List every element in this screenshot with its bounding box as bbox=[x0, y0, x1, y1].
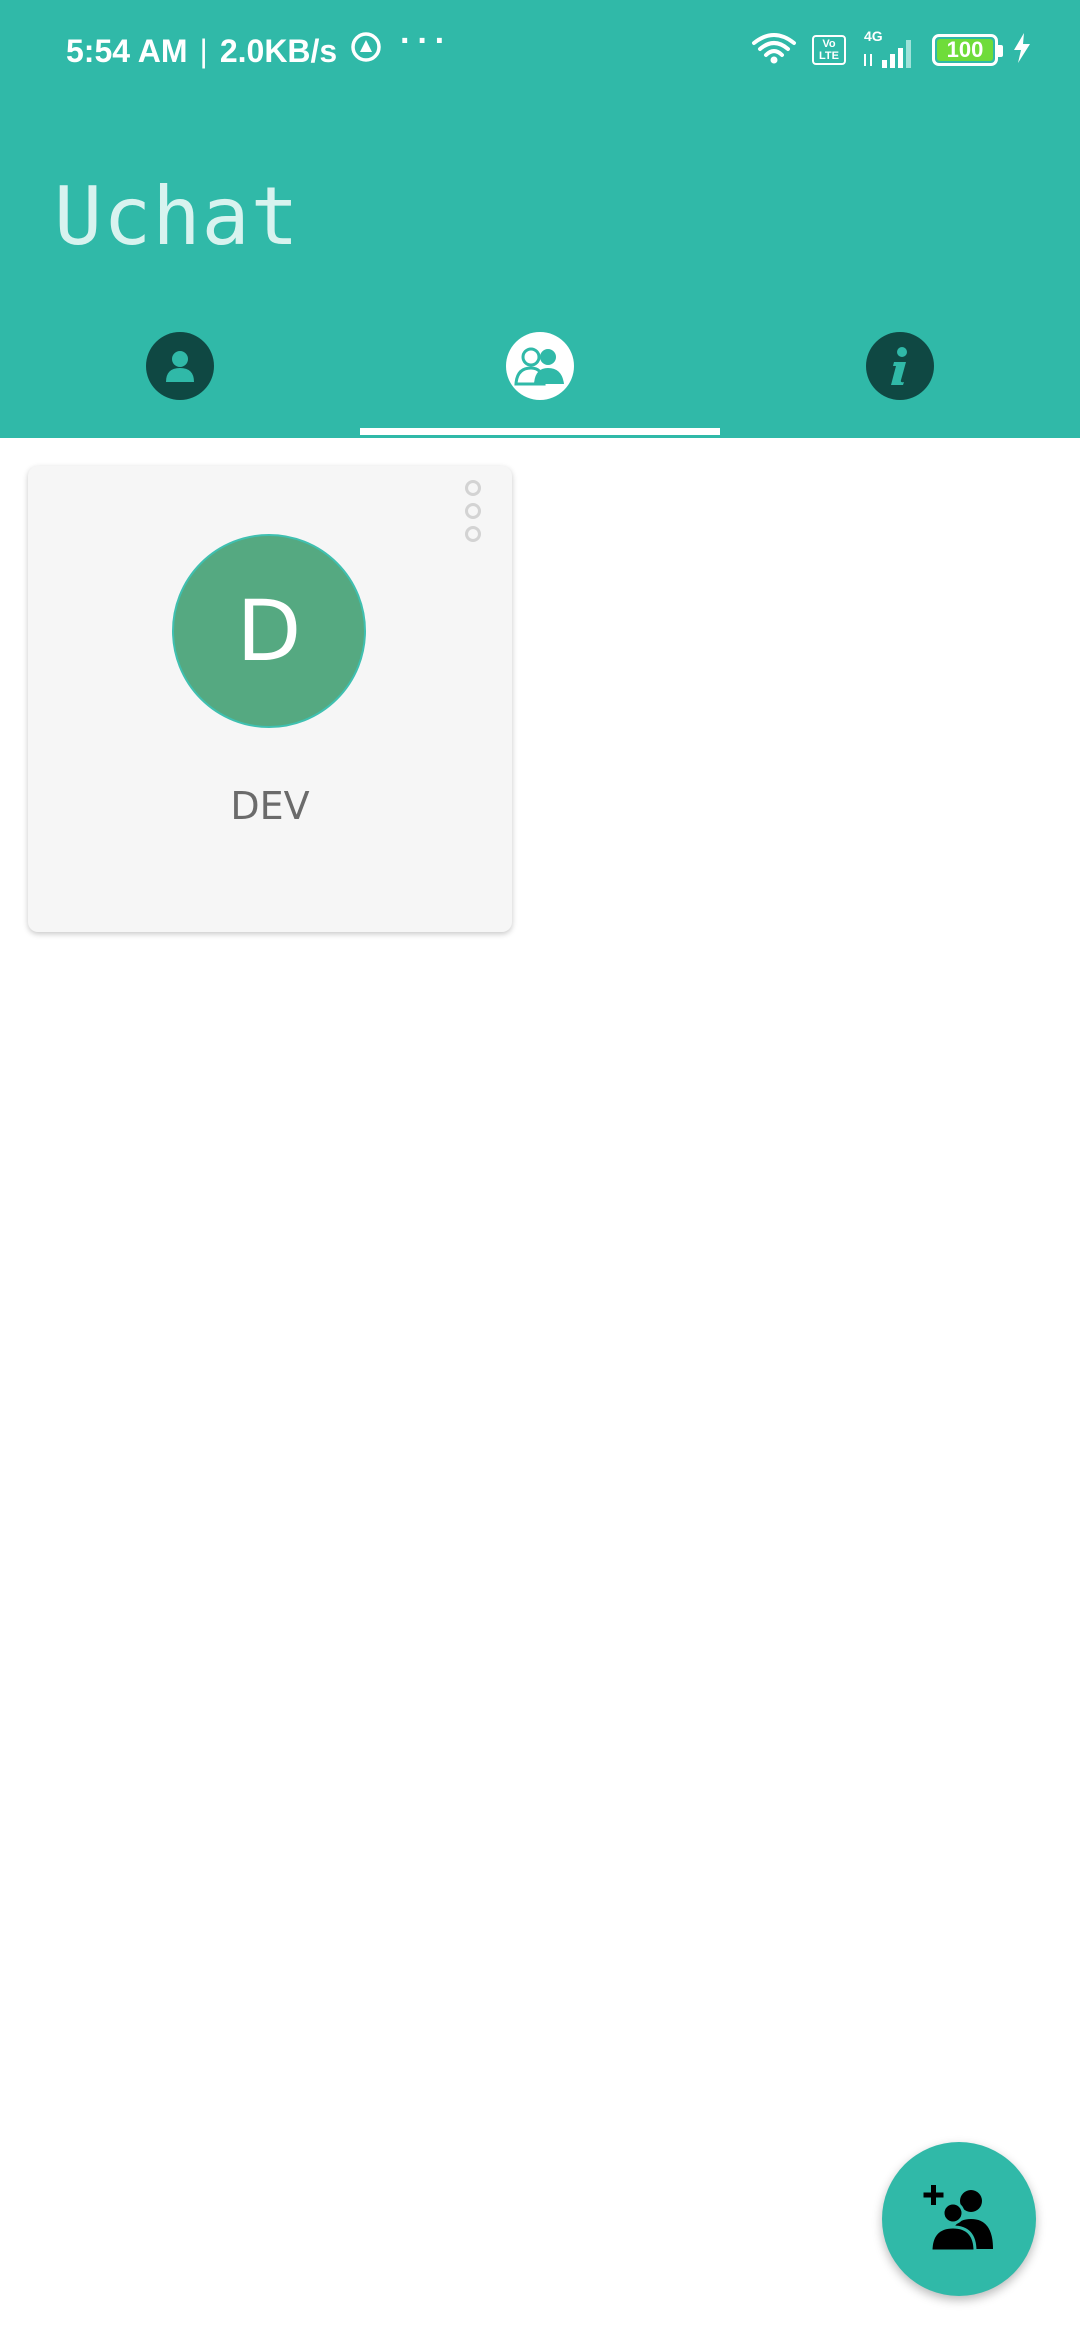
info-icon bbox=[866, 332, 934, 400]
cellular-signal-icon: 4G bbox=[860, 28, 918, 70]
sync-icon bbox=[349, 30, 383, 72]
status-separator: | bbox=[199, 32, 208, 69]
charging-icon bbox=[1012, 32, 1032, 68]
app-screen: 5:54 AM | 2.0KB/s ··· Vo LTE 4G 100 Ucha… bbox=[0, 0, 1080, 2340]
volte-bottom-label: LTE bbox=[819, 50, 839, 62]
add-group-button[interactable] bbox=[882, 2142, 1036, 2296]
group-name: DEV bbox=[230, 784, 310, 828]
tab-groups[interactable] bbox=[360, 330, 720, 438]
tab-info[interactable] bbox=[720, 330, 1080, 438]
wifi-icon bbox=[750, 31, 798, 70]
status-right: Vo LTE 4G 100 bbox=[750, 28, 1032, 72]
volte-top-label: Vo bbox=[822, 38, 836, 50]
avatar-initial: D bbox=[236, 582, 302, 680]
status-left: 5:54 AM | 2.0KB/s bbox=[66, 26, 383, 76]
network-speed: 2.0KB/s bbox=[219, 32, 338, 69]
group-icon bbox=[506, 332, 574, 400]
tab-indicator bbox=[360, 428, 720, 435]
menu-dot bbox=[465, 503, 481, 519]
status-time: 5:54 AM bbox=[66, 32, 188, 69]
app-bar: 5:54 AM | 2.0KB/s ··· Vo LTE 4G 100 Ucha… bbox=[0, 0, 1080, 438]
volte-icon: Vo LTE bbox=[812, 35, 846, 65]
tab-bar bbox=[0, 330, 1080, 438]
add-group-icon bbox=[923, 2185, 993, 2253]
battery-level: 100 bbox=[946, 37, 984, 62]
menu-dot bbox=[465, 480, 481, 496]
group-avatar: D bbox=[172, 534, 366, 728]
status-bar: 5:54 AM | 2.0KB/s ··· Vo LTE 4G 100 bbox=[0, 0, 1080, 100]
app-title: Uchat bbox=[54, 170, 300, 263]
menu-dot bbox=[465, 526, 481, 542]
group-card[interactable]: D DEV bbox=[28, 466, 512, 932]
more-notifications-icon: ··· bbox=[400, 22, 452, 60]
overflow-menu-icon[interactable] bbox=[462, 480, 484, 542]
tab-contacts[interactable] bbox=[0, 330, 360, 438]
person-icon bbox=[146, 332, 214, 400]
battery-icon: 100 bbox=[932, 34, 1003, 66]
